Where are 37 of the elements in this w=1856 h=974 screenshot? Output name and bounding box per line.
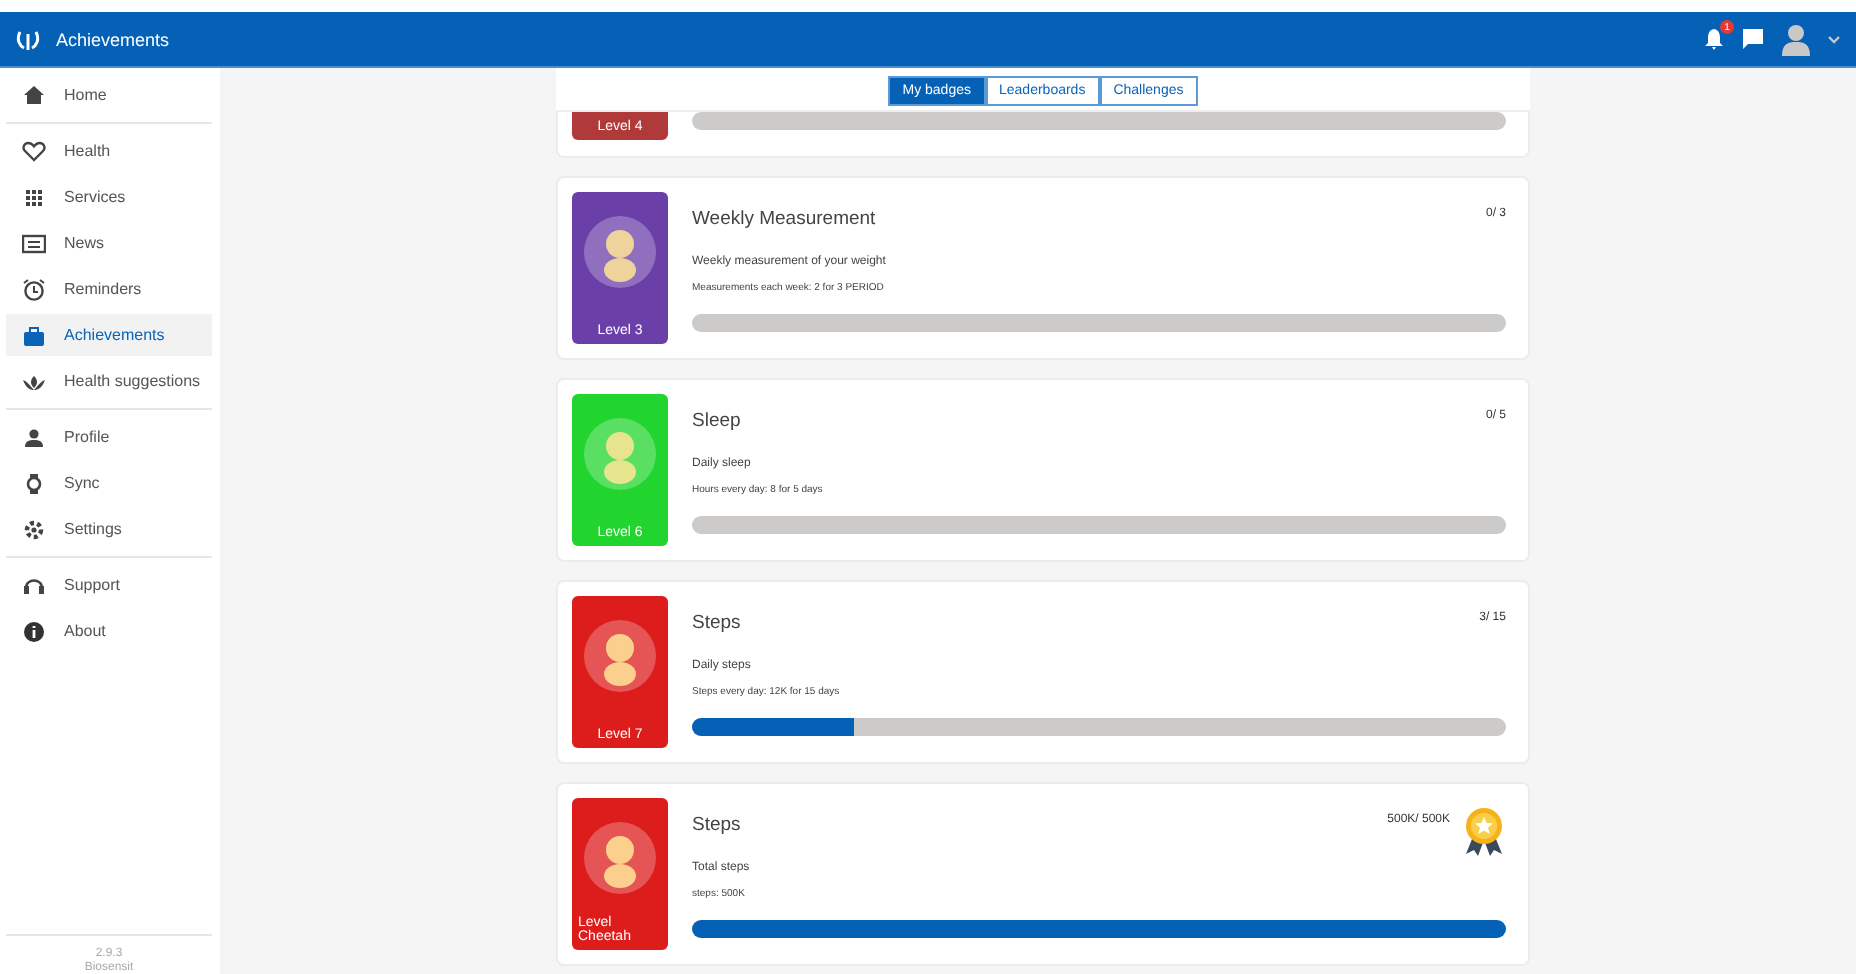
sidebar-item[interactable]: Services [6, 176, 212, 218]
chevron-down-icon [1828, 35, 1840, 43]
alarm-clock-icon [22, 277, 46, 301]
logo-icon [16, 27, 40, 51]
heart-icon [22, 139, 46, 163]
sidebar-item[interactable]: Support [6, 564, 212, 606]
badge-title: Sleep [692, 410, 743, 432]
home-icon [22, 83, 46, 107]
chat-icon [1742, 28, 1764, 50]
sidebar-item[interactable]: Health [6, 130, 212, 172]
sidebar-item[interactable]: Profile [6, 416, 212, 458]
sidebar-item[interactable]: Home [6, 74, 212, 116]
newspaper-icon [22, 231, 46, 255]
sidebar-item[interactable]: Reminders [6, 268, 212, 310]
badge-artwork [580, 616, 660, 696]
grid-icon [22, 185, 46, 209]
sidebar-item[interactable]: Settings [6, 508, 212, 550]
headset-icon [22, 573, 46, 597]
sidebar-item[interactable]: Health suggestions [6, 360, 212, 402]
user-avatar-icon [1782, 23, 1810, 55]
badge-artwork [580, 414, 660, 494]
sidebar-item[interactable]: Sync [6, 462, 212, 504]
gear-icon [22, 517, 46, 541]
person-icon [22, 425, 46, 449]
sidebar-item[interactable]: Achievements [6, 314, 212, 356]
briefcase-icon [22, 323, 46, 347]
sidebar-item[interactable]: About [6, 610, 212, 652]
badge-title: Steps [692, 612, 743, 634]
badge-artwork [580, 818, 660, 898]
page-title: Achievements [56, 29, 170, 49]
info-icon [22, 619, 46, 643]
sidebar-item[interactable]: News [6, 222, 212, 264]
bell-icon [1704, 28, 1724, 50]
badge-title: Steps [692, 814, 743, 836]
badge-artwork [580, 212, 660, 292]
badge-title: Weekly Measurement [692, 208, 878, 230]
watch-icon [22, 471, 46, 495]
